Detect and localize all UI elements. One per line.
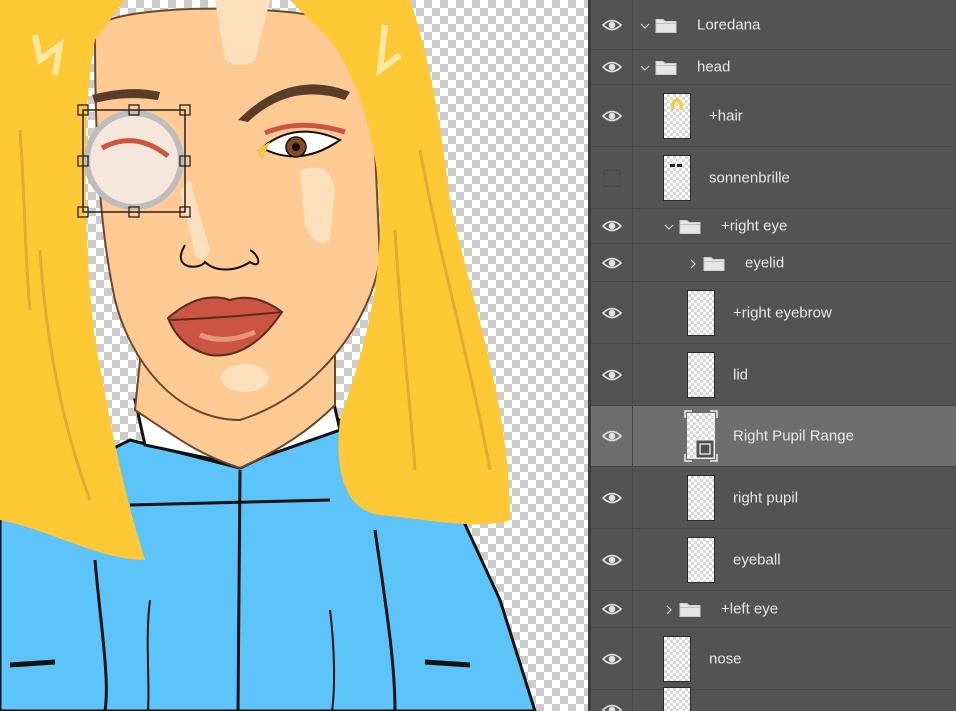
layer-row[interactable]: Right Pupil Range [591,406,956,467]
layer-row[interactable]: sonnenbrille [591,147,956,209]
layer-name: head [697,58,731,76]
artwork-canvas[interactable] [0,0,588,711]
eye-icon[interactable] [591,344,633,405]
face [93,7,382,422]
layer-group-row[interactable]: eyelid [591,244,956,282]
layer-thumbnail[interactable] [687,536,715,583]
illustration [0,0,537,711]
folder-icon [679,218,701,235]
layers-panel[interactable]: Loredana head +hair sonnenbrille +right eye e… [591,0,956,711]
pupil-range-circle [84,110,184,210]
layer-name: right pupil [733,489,799,506]
layer-name: Right Pupil Range [733,427,854,445]
eye-icon[interactable] [591,0,633,49]
layer-thumbnail[interactable] [687,351,715,398]
chevron-down-icon[interactable] [663,220,675,232]
layer-thumbnail[interactable] [687,289,715,336]
folder-icon [655,16,677,33]
eye-icon[interactable] [591,85,633,146]
layer-name: eyelid [745,254,785,271]
layer-name: sonnenbrille [709,169,790,186]
layer-group-row[interactable]: head [591,50,956,85]
eye-icon[interactable] [591,529,633,590]
layer-name: +hair [709,107,743,124]
layer-group-row[interactable]: +right eye [591,209,956,244]
layer-row[interactable]: +hair [591,85,956,147]
folder-icon [703,254,725,271]
chevron-right-icon[interactable] [687,257,699,269]
layer-name: eyeball [733,551,781,568]
visibility-toggle-empty[interactable] [591,147,633,208]
layer-row[interactable] [591,686,956,711]
layer-name: +left eye [721,600,779,618]
layer-thumbnail[interactable] [687,474,715,521]
layer-group-row[interactable]: +left eye [591,591,956,628]
layer-row[interactable]: nose [591,628,956,690]
smart-object-badge-icon[interactable] [684,410,718,462]
folder-icon [655,59,677,76]
layer-thumbnail[interactable] [663,92,691,139]
chevron-down-icon[interactable] [639,19,651,31]
eye-icon[interactable] [591,628,633,689]
eye-icon[interactable] [591,209,633,243]
layer-group-row[interactable]: Loredana [591,0,956,50]
eye-icon[interactable] [591,244,633,281]
eye-icon[interactable] [591,406,633,466]
layer-name: Loredana [697,16,761,33]
layer-name: +right eye [721,217,788,235]
layer-thumbnail[interactable] [663,154,691,201]
eye-icon[interactable] [591,467,633,528]
eye-icon[interactable] [591,282,633,343]
layer-row[interactable]: eyeball [591,529,956,591]
layer-row[interactable]: right pupil [591,467,956,529]
layer-name: nose [709,650,742,667]
layer-row[interactable]: lid [591,344,956,406]
chevron-right-icon[interactable] [663,603,675,615]
eye-icon[interactable] [591,591,633,627]
folder-icon [679,601,701,618]
eye-icon[interactable] [591,50,633,84]
chevron-down-icon[interactable] [639,61,651,73]
layer-thumbnail[interactable] [663,686,691,711]
layer-name: lid [733,366,749,383]
layer-thumbnail[interactable] [663,635,691,682]
layer-name: +right eyebrow [733,304,832,321]
layer-row[interactable]: +right eyebrow [591,282,956,344]
eye-icon[interactable] [591,690,633,711]
